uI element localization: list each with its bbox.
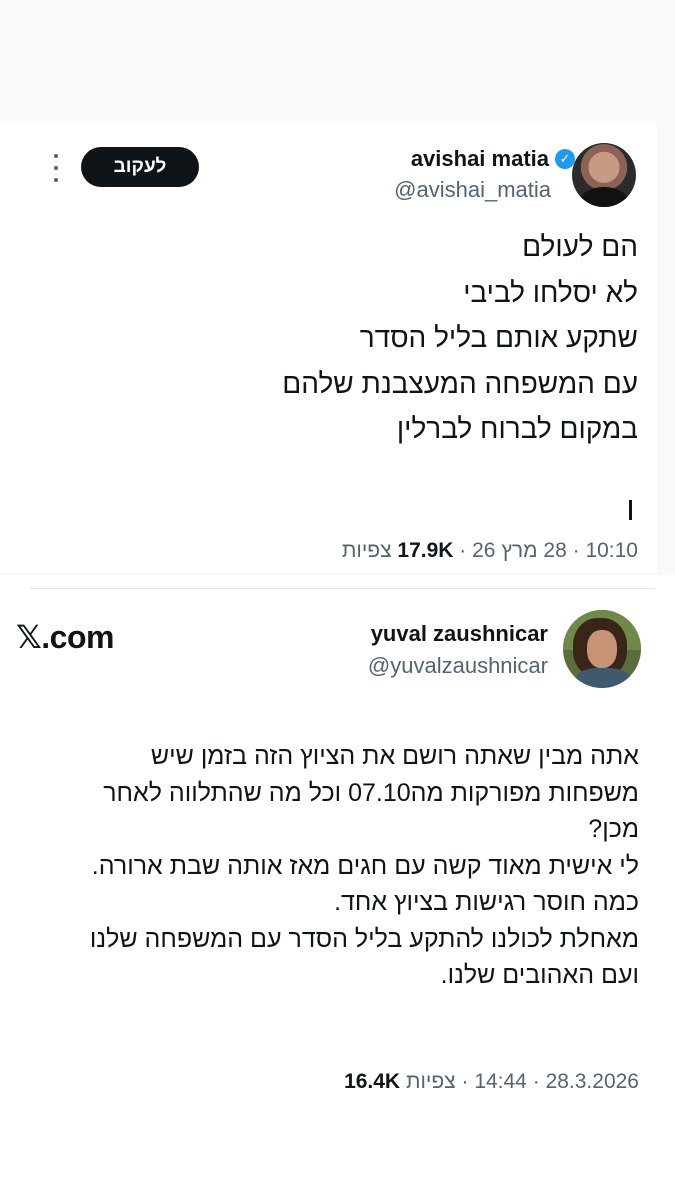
- tweet-line: לא יסלחו לביבי: [463, 276, 638, 308]
- meta-separator: ·: [461, 1070, 469, 1093]
- tweet-text: אתה מבין שאתה רושם את הציוץ הזה בזמן שיש…: [21, 738, 639, 994]
- tweet-line: שתקע אותם בליל הסדר: [359, 322, 638, 353]
- tweet-text: הם לעולם לא יסלחו לביבי שתקע אותם בליל ה…: [78, 224, 638, 452]
- tweet-date[interactable]: 28.3.2026: [546, 1070, 639, 1093]
- text-cursor: [629, 500, 632, 520]
- meta-separator: ·: [532, 1070, 540, 1093]
- avatar[interactable]: [563, 610, 641, 688]
- tweet-line: מאחלת לכולנו להתקע בליל הסדר עם המשפחה ש…: [89, 924, 639, 953]
- more-options-icon[interactable]: [49, 154, 63, 182]
- verified-badge-icon: ✓: [555, 149, 575, 169]
- tweet-line: במקום לברוח לברלין: [396, 413, 638, 444]
- meta-separator: ·: [572, 539, 580, 562]
- tweet-line: מכן?: [588, 815, 639, 843]
- tweet-line: משפחות מפורקות מה07.10 וכל מה שהתלווה לא…: [103, 778, 639, 807]
- author-handle[interactable]: @avishai_matia: [394, 177, 551, 203]
- views-label: צפיות: [405, 1070, 456, 1093]
- tweet-time[interactable]: 14:44: [474, 1070, 527, 1093]
- follow-button[interactable]: לעקוב: [81, 147, 199, 187]
- tweet-line: לי אישית מאוד קשה עם חגים מאז אותה שבת א…: [91, 851, 639, 880]
- tweet-line: כמה חוסר רגישות בציוץ אחד.: [334, 888, 639, 916]
- tweet-line: עם המשפחה המעצבנת שלהם: [282, 367, 638, 399]
- views-count: 17.9K: [397, 539, 454, 562]
- tweet-line: ועם האהובים שלנו.: [440, 961, 639, 989]
- x-logo: 𝕏.com: [16, 619, 114, 655]
- avatar[interactable]: [572, 143, 636, 207]
- tweet-date[interactable]: 28 מרץ 26: [472, 539, 567, 562]
- tweet-line: אתה מבין שאתה רושם את הציוץ הזה בזמן שיש: [150, 742, 639, 770]
- author-name[interactable]: avishai matia ✓: [411, 146, 575, 172]
- tweet-meta: 10:10 · 28 מרץ 26 · 17.9K צפיות: [342, 539, 638, 563]
- divider: [30, 588, 655, 589]
- display-name[interactable]: yuval zaushnicar: [371, 621, 548, 647]
- display-name[interactable]: avishai matia: [411, 146, 549, 172]
- views-label: צפיות: [341, 539, 392, 562]
- views-count: 16.4K: [344, 1070, 401, 1093]
- tweet-time[interactable]: 10:10: [585, 539, 638, 562]
- author-handle[interactable]: @yuvalzaushnicar: [368, 653, 548, 679]
- tweet-line: הם לעולם: [522, 231, 638, 262]
- meta-separator: ·: [459, 539, 467, 562]
- tweet-meta: 28.3.2026 · 14:44 · צפיות 16.4K: [344, 1070, 639, 1094]
- top-margin: [0, 0, 675, 123]
